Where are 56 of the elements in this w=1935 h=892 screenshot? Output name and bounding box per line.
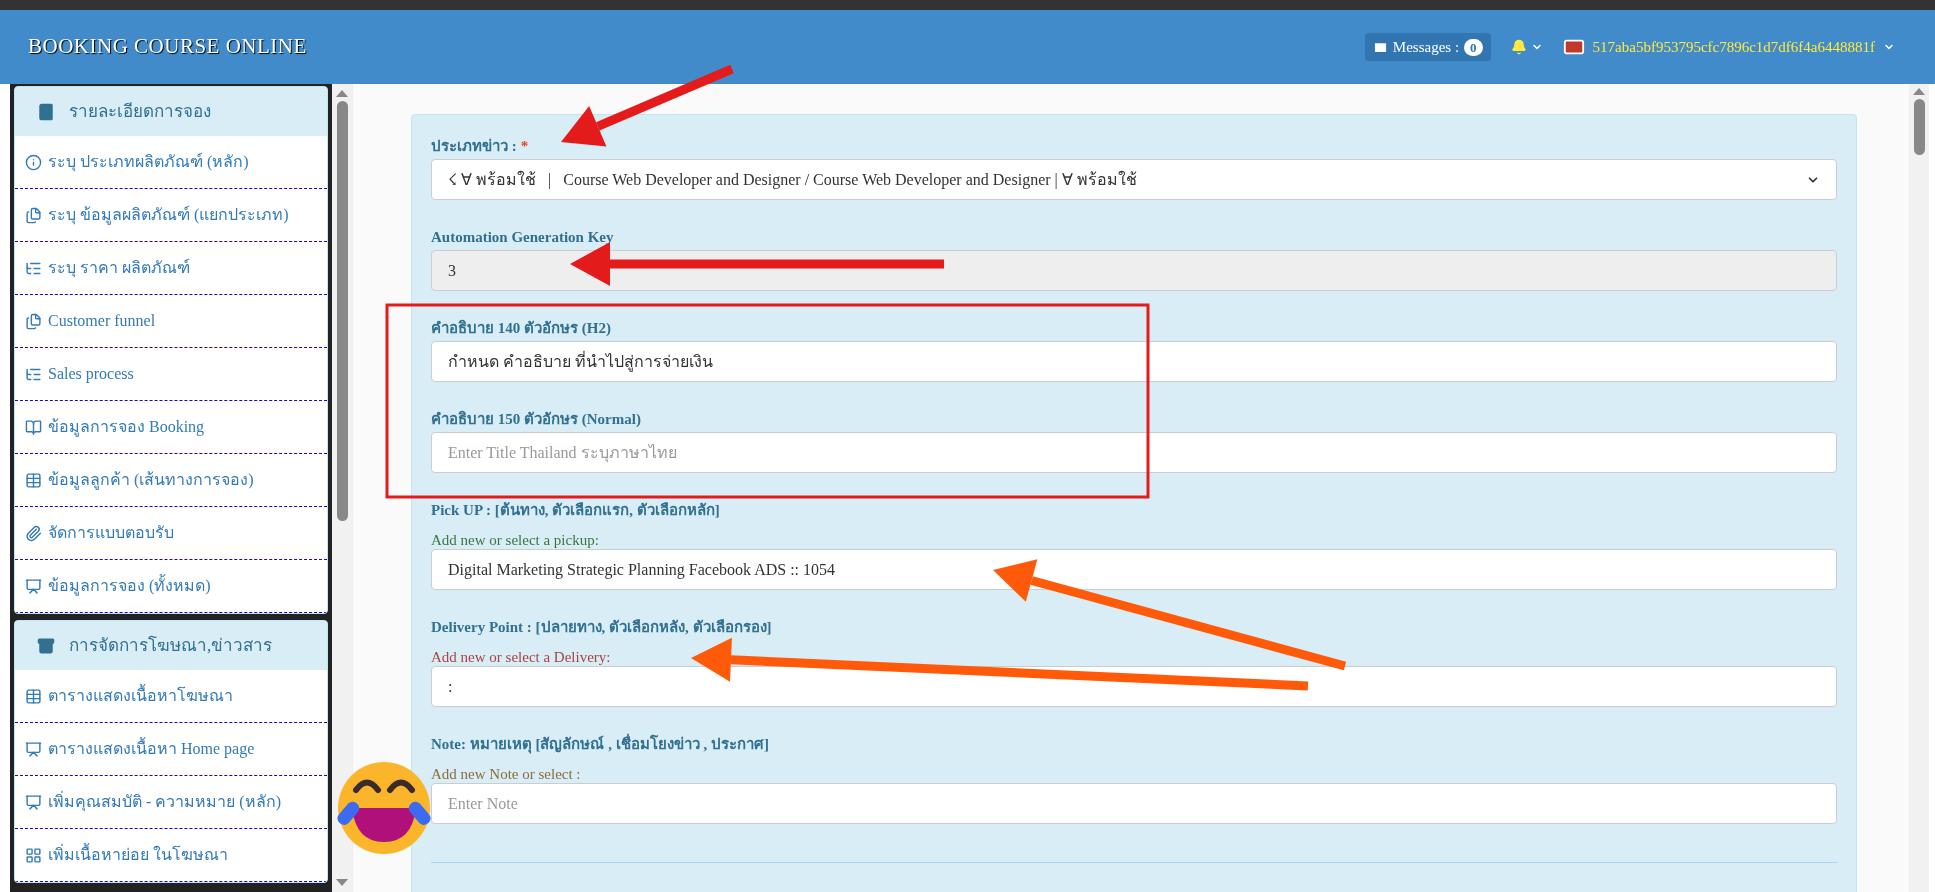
field-hint: Add new or select a pickup: — [431, 531, 600, 549]
app-title: BOOKING COURSE ONLINE — [28, 33, 307, 61]
input-field[interactable]: : — [431, 666, 1837, 707]
section-title: รายละเอียดการจอง — [69, 100, 211, 123]
paperclip-icon — [25, 524, 42, 542]
field-hint: Add new or select a Delivery: — [431, 648, 612, 666]
required-mark: * — [520, 137, 529, 155]
category-select[interactable]: ☇ ∀ พร้อมใช้ | Course Web Developer and Designer / Course Web Developer and Designer | ∀ พร้อมใช้ — [431, 159, 1837, 200]
sidebar-item[interactable]: Sales process — [15, 348, 327, 401]
field-label: Note: หมายเหตุ [สัญลักษณ์ , เชื่อมโยงข่าว , ประกาศ] — [431, 735, 769, 753]
sidebar-item[interactable]: ข้อมูลการจอง Booking — [15, 401, 327, 454]
table-icon — [25, 471, 42, 489]
field-label: Pick UP : [ต้นทาง, ตัวเลือกแรก, ตัวเลือกหลัก] — [431, 501, 720, 519]
documents-icon — [25, 312, 42, 330]
scrollbar[interactable] — [1909, 84, 1929, 892]
sidebar-item[interactable]: ตารางแสดงเนื้อหาโฆษณา — [15, 670, 327, 723]
sidebar-section-header[interactable]: การจัดการโฆษณา,ข่าวสาร — [15, 621, 327, 670]
field-label: Delivery Point : [ปลายทาง, ตัวเลือกหลัง, ตัวเลือกรอง] — [431, 618, 772, 636]
input-field[interactable]: 3 — [431, 250, 1837, 291]
field-label: คำอธิบาย 140 ตัวอักษร (H2) — [431, 319, 611, 337]
sidebar-item[interactable]: ระบุ ประเภทผลิตภัณฑ์ (หลัก) — [15, 136, 327, 189]
messages-button[interactable]: Messages : 0 — [1364, 33, 1491, 61]
input-field[interactable]: กำหนด คำอธิบาย ที่นำไปสู่การจ่ายเงิน — [431, 341, 1837, 382]
sidebar-item[interactable]: จัดการแบบตอบรับ — [15, 507, 327, 560]
sidebar-item[interactable]: ข้อมูลลูกค้า (เส้นทางการจอง) — [15, 454, 327, 507]
documents-icon — [25, 206, 42, 224]
sidebar-item[interactable]: ข้อมูลการจอง (ทั้งหมด) — [15, 560, 327, 613]
field-label: คำอธิบาย 150 ตัวอักษร (Normal) — [431, 410, 641, 428]
sidebar-item[interactable]: เพิ่มคุณสมบัติ - ความหมาย (หลัก) — [15, 776, 327, 829]
grid-icon — [25, 846, 42, 864]
easel-icon — [25, 577, 42, 595]
section-title: การจัดการโฆษณา,ข่าวสาร — [69, 634, 273, 657]
sidebar-item[interactable]: ระบุ ราคา ผลิตภัณฑ์ — [15, 242, 327, 295]
input-field[interactable]: Enter Note — [431, 783, 1837, 824]
info-icon — [25, 153, 42, 171]
sidebar-item[interactable]: เพิ่มเนื้อหาย่อย ในโฆษณา — [15, 829, 327, 882]
user-menu-button[interactable]: 517aba5bf953795cfc7896c1d7df6f4a6448881f — [1562, 35, 1895, 59]
sidebar-item[interactable]: Customer funnel — [15, 295, 327, 348]
message-count: 0 — [1464, 38, 1483, 56]
archive-icon — [37, 636, 55, 655]
sidebar-item[interactable]: ตารางแสดงเนื้อหา Home page — [15, 723, 327, 776]
easel-icon — [25, 740, 42, 758]
notifications-button[interactable] — [1510, 39, 1543, 55]
input-field[interactable]: Digital Marketing Strategic Planning Facebook ADS :: 1054 — [431, 549, 1837, 590]
bell-icon — [1510, 39, 1527, 55]
laughing-emoji-icon — [335, 762, 433, 854]
sidebar-section-header[interactable]: รายละเอียดการจอง — [15, 87, 327, 136]
field-label: Automation Generation Key — [431, 228, 614, 246]
mail-icon — [1372, 39, 1388, 55]
easel-icon — [25, 793, 42, 811]
field-hint: Add new Note or select : — [431, 765, 582, 783]
scrollbar[interactable] — [332, 84, 352, 892]
sidebar-item[interactable]: ระบุ ข้อมูลผลิตภัณฑ์ (แยกประเภท) — [15, 189, 327, 242]
field-label: ประเภทข่าว : — [431, 137, 517, 155]
table-icon — [25, 687, 42, 705]
input-field[interactable]: Enter Title Thailand ระบุภาษาไทย — [431, 432, 1837, 473]
